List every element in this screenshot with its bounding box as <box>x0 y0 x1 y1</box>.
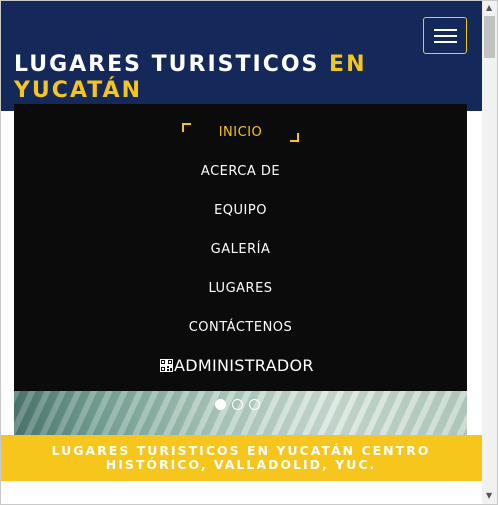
qr-code-icon <box>160 359 173 372</box>
hamburger-icon <box>434 29 457 31</box>
site-header: LUGARES TURISTICOS EN YUCATÁN <box>0 0 482 111</box>
site-title-main: LUGARES TURISTICOS <box>14 52 330 77</box>
navbar-toggle-button[interactable] <box>423 17 467 54</box>
nav-item-acerca-de[interactable]: ACERCA DE <box>14 164 467 179</box>
nav-item-inicio[interactable]: INICIO <box>14 125 467 140</box>
hamburger-icon <box>434 41 457 43</box>
nav-item-galeria[interactable]: GALERÍA <box>14 242 467 257</box>
nav-item-administrador-label: ADMINISTRADOR <box>174 356 314 375</box>
site-title[interactable]: LUGARES TURISTICOS EN YUCATÁN <box>14 52 414 104</box>
carousel-indicator-3[interactable] <box>249 399 260 410</box>
scrollbar-thumb[interactable] <box>484 16 495 58</box>
hero-carousel-image <box>14 390 467 435</box>
scroll-down-arrow-icon[interactable]: ▼ <box>486 492 492 500</box>
carousel-indicators <box>215 399 260 410</box>
scroll-up-arrow-icon[interactable]: ▲ <box>486 4 492 12</box>
vertical-scrollbar[interactable] <box>482 1 497 504</box>
nav-item-equipo[interactable]: EQUIPO <box>14 203 467 218</box>
nav-item-administrador[interactable]: ADMINISTRADOR <box>160 356 314 375</box>
banner-text: LUGARES TURISTICOS EN YUCATÁN CENTRO HIS… <box>51 443 431 472</box>
nav-item-contactenos[interactable]: CONTÁCTENOS <box>14 320 467 335</box>
nav-item-lugares[interactable]: LUGARES <box>14 281 467 296</box>
carousel-indicator-2[interactable] <box>232 399 243 410</box>
location-banner: LUGARES TURISTICOS EN YUCATÁN CENTRO HIS… <box>0 435 482 481</box>
nav-menu: INICIO ACERCA DE EQUIPO GALERÍA LUGARES … <box>14 104 467 391</box>
hamburger-icon <box>434 35 457 37</box>
carousel-indicator-1[interactable] <box>215 399 226 410</box>
